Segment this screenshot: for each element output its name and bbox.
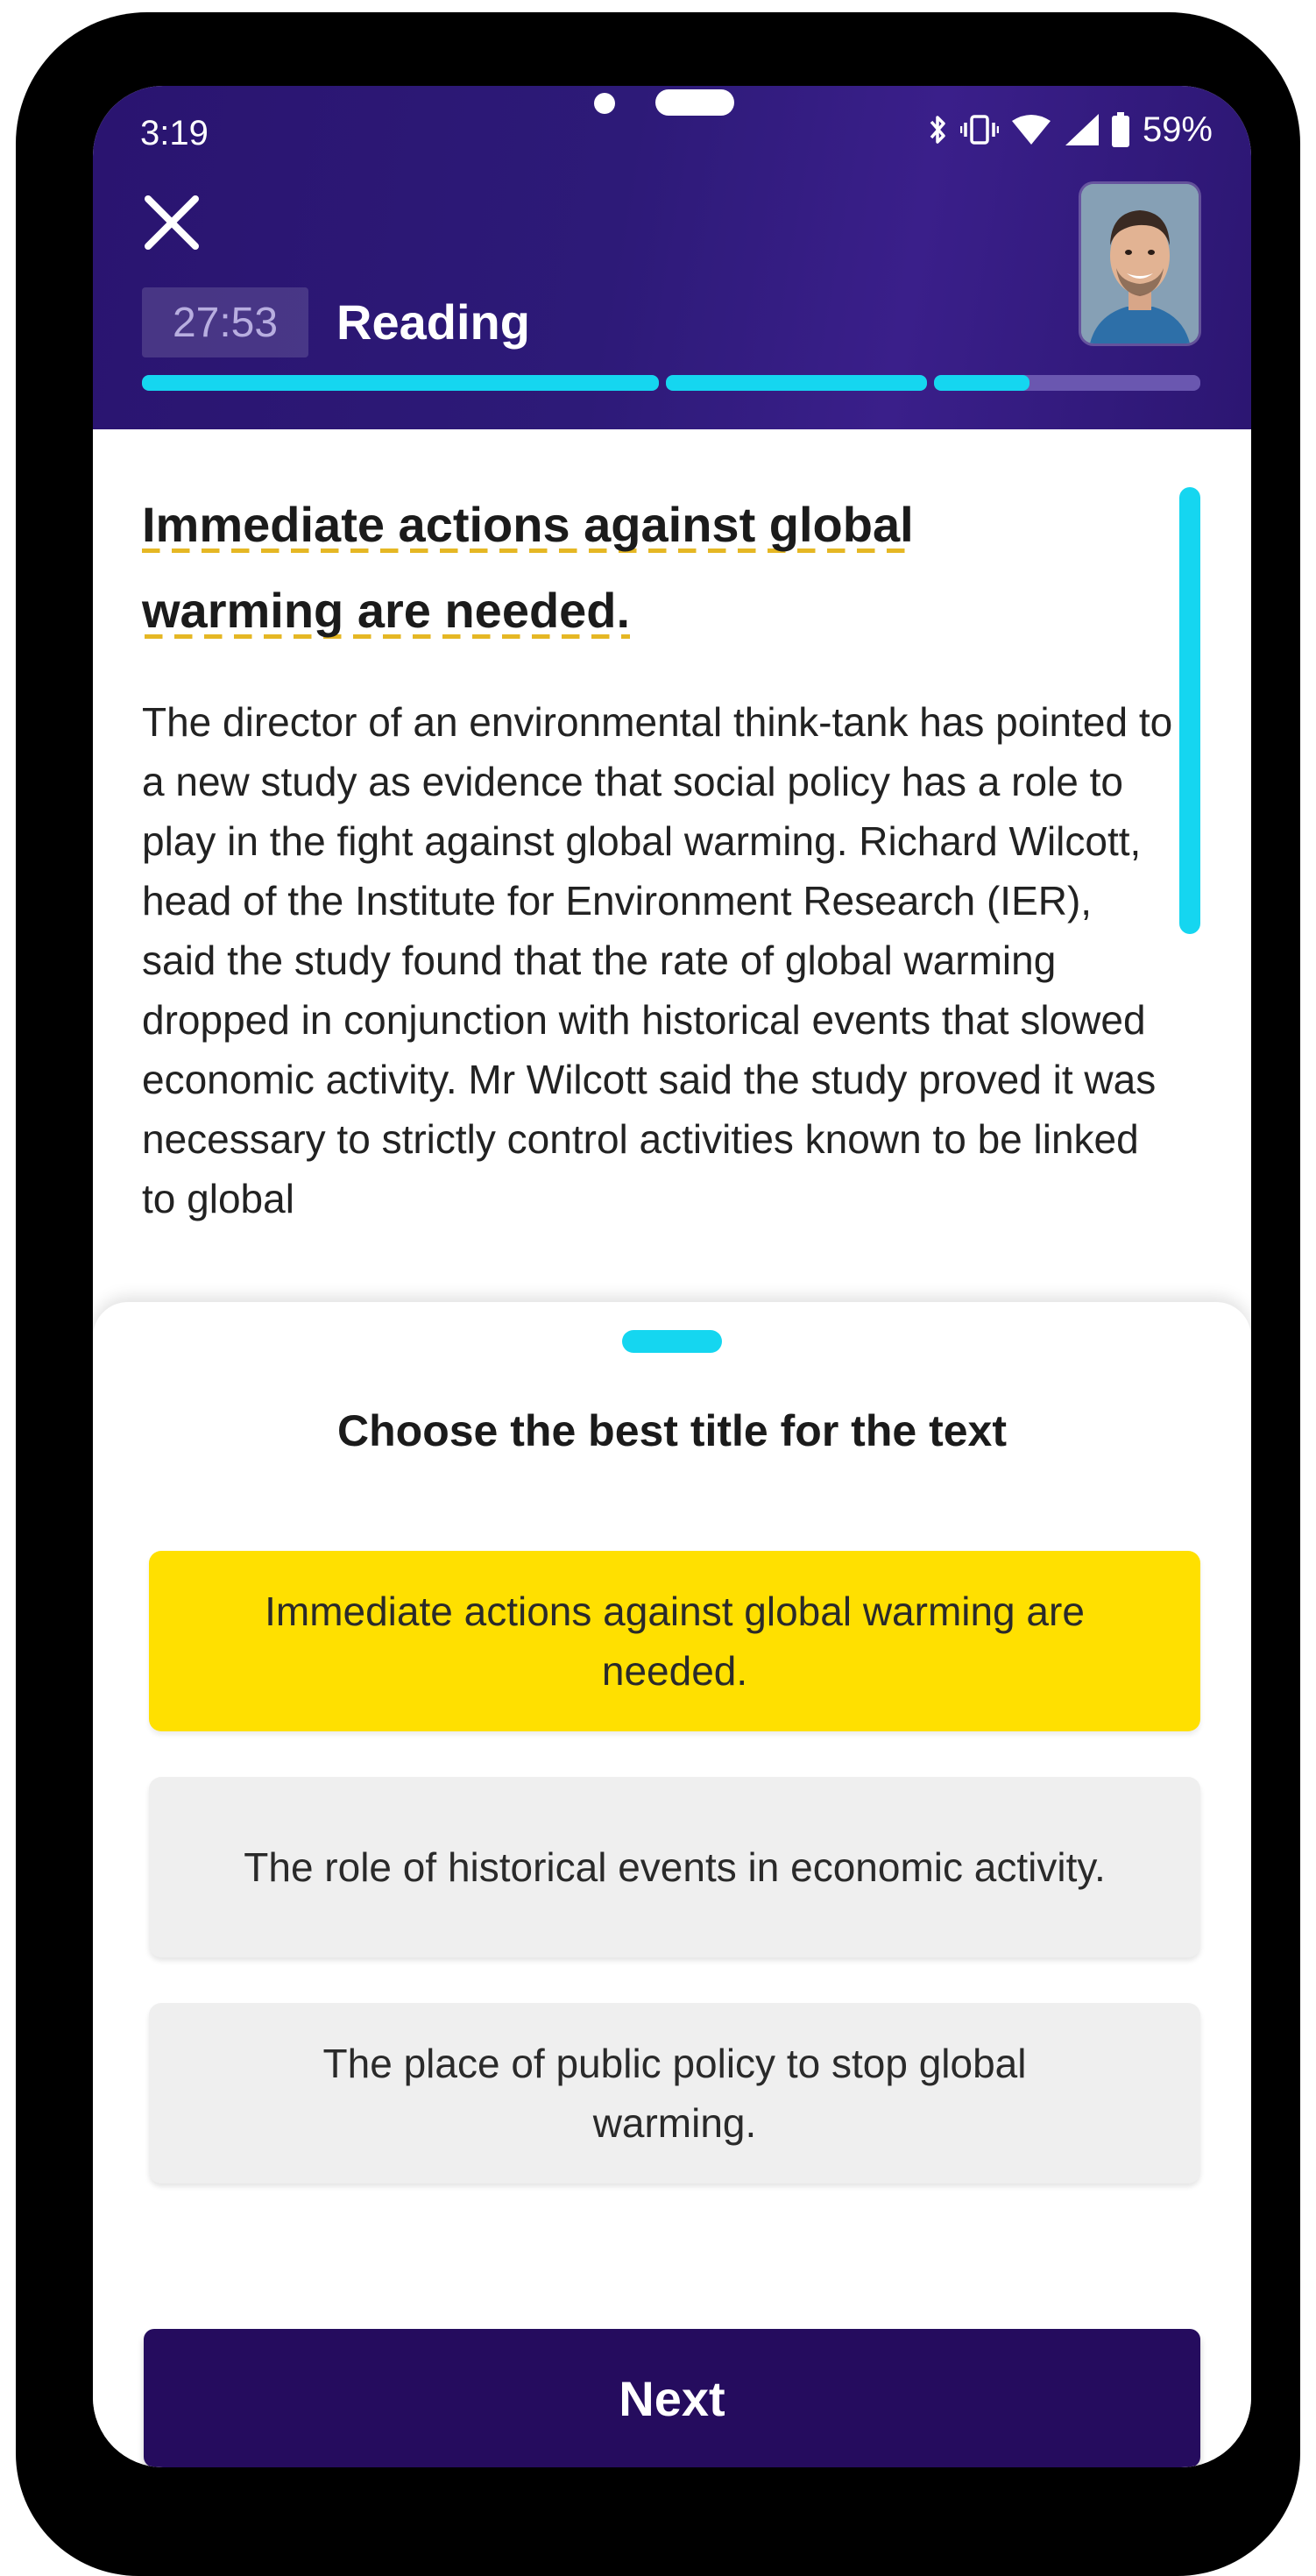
battery-icon — [1111, 112, 1130, 147]
reading-pane[interactable]: Immediate actions against global warming… — [93, 429, 1251, 1376]
article-body: The director of an environmental think-t… — [142, 699, 1173, 1221]
answer-option-3[interactable]: The place of public policy to stop globa… — [149, 2003, 1200, 2183]
section-title: Reading — [336, 294, 530, 350]
header: 3:19 59% 27:53 Reading — [93, 86, 1251, 429]
answer-option-label: The place of public policy to stop globa… — [322, 2041, 1027, 2146]
battery-percent: 59% — [1142, 110, 1213, 149]
next-button[interactable]: Next — [144, 2329, 1200, 2467]
app-screen: 3:19 59% 27:53 Reading Immediate actions… — [93, 86, 1251, 2467]
earpiece-speaker — [655, 89, 734, 116]
answer-option-label: Immediate actions against global warming… — [265, 1589, 1085, 1694]
progress-bar — [142, 375, 1200, 391]
progress-segment — [142, 375, 659, 391]
progress-fill — [934, 375, 1030, 391]
answer-option-1[interactable]: Immediate actions against global warming… — [149, 1551, 1200, 1731]
tutor-avatar — [1081, 184, 1199, 343]
question-sheet: Choose the best title for the text Immed… — [93, 1302, 1251, 2467]
wifi-icon — [1011, 114, 1051, 145]
progress-fill — [666, 375, 927, 391]
progress-fill — [142, 375, 659, 391]
article-title: Immediate actions against global warming… — [142, 482, 1114, 654]
scrollbar[interactable] — [1179, 487, 1200, 934]
close-icon — [143, 194, 201, 256]
article-title-text: Immediate actions against global warming… — [142, 497, 914, 643]
status-icons: 59% — [929, 107, 1213, 152]
answer-option-label: The role of historical events in economi… — [244, 1844, 1106, 1890]
answer-option-2[interactable]: The role of historical events in economi… — [149, 1777, 1200, 1957]
close-button[interactable] — [138, 191, 205, 258]
cell-signal-icon — [1064, 114, 1099, 145]
countdown-timer: 27:53 — [142, 287, 308, 357]
bluetooth-icon — [929, 113, 948, 146]
sheet-drag-handle[interactable] — [622, 1330, 722, 1353]
phone-frame: 3:19 59% 27:53 Reading Immediate actions… — [16, 12, 1300, 2576]
front-camera — [594, 93, 615, 114]
question-prompt: Choose the best title for the text — [337, 1406, 1007, 1455]
vibrate-icon — [959, 114, 999, 145]
status-bar: 3:19 59% — [93, 86, 1251, 182]
progress-segment — [934, 375, 1200, 391]
status-time: 3:19 — [140, 114, 209, 152]
progress-segment — [666, 375, 927, 391]
